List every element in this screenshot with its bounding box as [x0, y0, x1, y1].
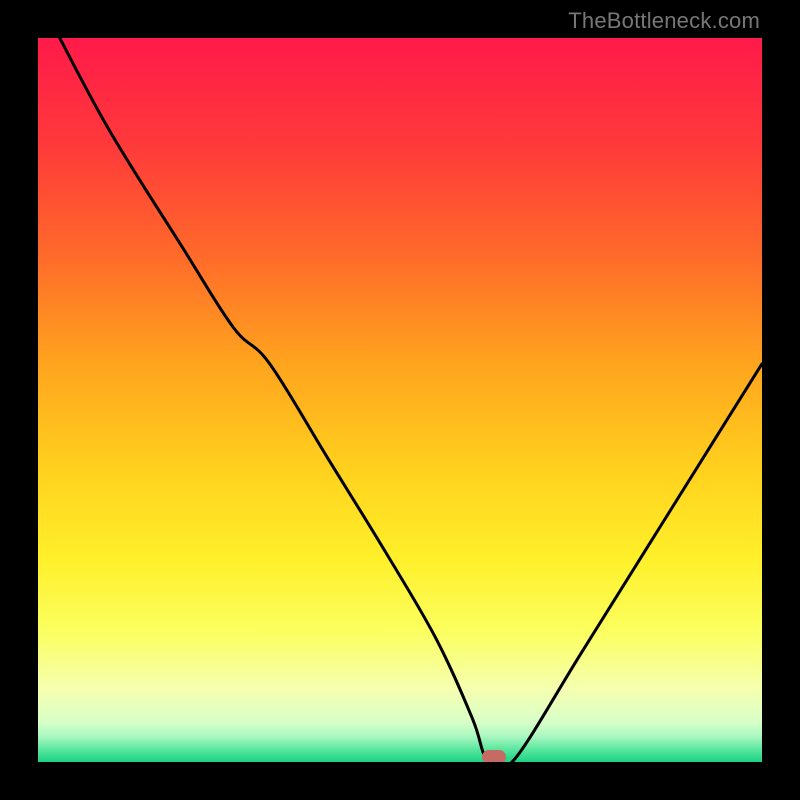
chart-frame: TheBottleneck.com: [0, 0, 800, 800]
plot-area: [38, 38, 762, 762]
bottleneck-curve: [60, 38, 762, 762]
watermark-text: TheBottleneck.com: [568, 8, 760, 34]
curve-layer: [38, 38, 762, 762]
